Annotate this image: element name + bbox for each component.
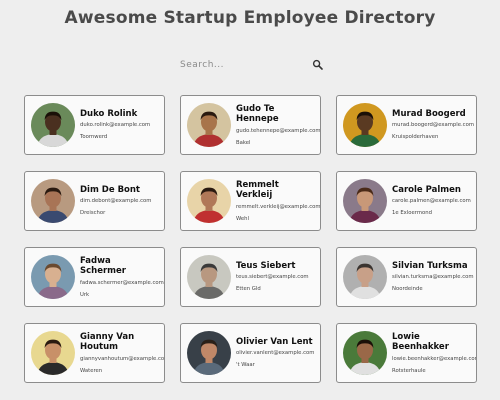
employee-city: Urk	[80, 291, 90, 298]
employee-name: Fadwa Schermer	[80, 255, 126, 277]
employee-name: Murad Boogerd	[392, 108, 466, 119]
employee-name: Gianny Van Houtum	[80, 331, 135, 353]
employee-card[interactable]: Dim De Bont dim.debont@example.com Dreis…	[24, 171, 165, 231]
employee-name: Olivier Van Lent	[236, 336, 313, 347]
employee-email: remmelt.verkleij@example.com	[236, 203, 321, 210]
avatar	[187, 179, 231, 223]
employee-name: Remmelt Verkleij	[236, 179, 279, 201]
employee-info: Silvian Turksma silvian.turksma@example.…	[392, 260, 474, 294]
employee-info: Gudo Te Hennepe gudo.tehennepe@example.c…	[236, 103, 321, 147]
employee-info: Teus Siebert teus.siebert@example.com Et…	[236, 261, 309, 294]
employee-city: Bakel	[236, 139, 251, 146]
employee-name: Carole Palmen	[392, 184, 461, 195]
employee-card[interactable]: Silvian Turksma silvian.turksma@example.…	[336, 247, 477, 307]
employee-grid: Duko Rolink duko.rolink@example.com Toor…	[24, 95, 477, 383]
employee-info: Olivier Van Lent olivier.vanlent@example…	[236, 337, 314, 370]
employee-card[interactable]: Murad Boogerd murad.boogerd@example.com …	[336, 95, 477, 155]
avatar	[187, 331, 231, 375]
avatar	[343, 331, 387, 375]
employee-city: Etten Gld	[236, 286, 261, 293]
employee-email: murad.boogerd@example.com	[392, 122, 474, 129]
employee-info: Duko Rolink duko.rolink@example.com Toor…	[80, 109, 150, 142]
employee-city: 't Waar	[236, 362, 255, 369]
employee-card[interactable]: Fadwa Schermer fadwa.schermer@example.co…	[24, 247, 165, 307]
employee-name: Dim De Bont	[80, 184, 140, 195]
employee-email: giannyvanhoutum@example.com	[80, 355, 165, 362]
employee-email: silvian.turksma@example.com	[392, 274, 474, 281]
employee-info: Gianny Van Houtum giannyvanhoutum@exampl…	[80, 331, 165, 375]
employee-info: Murad Boogerd murad.boogerd@example.com …	[392, 108, 474, 142]
employee-card[interactable]: Carole Palmen carole.palmen@example.com …	[336, 171, 477, 231]
employee-city: Wateren	[80, 367, 103, 374]
employee-email: olivier.vanlent@example.com	[236, 350, 315, 357]
employee-city: Toornwerd	[80, 134, 108, 141]
employee-card[interactable]: Olivier Van Lent olivier.vanlent@example…	[180, 323, 321, 383]
employee-city: Dreischor	[80, 210, 106, 217]
avatar	[343, 255, 387, 299]
employee-info: Carole Palmen carole.palmen@example.com …	[392, 184, 471, 218]
employee-city: Rotsterhaule	[392, 367, 426, 374]
employee-email: fadwa.schermer@example.com	[80, 279, 164, 286]
employee-name: Gudo Te Hennepe	[236, 103, 279, 125]
employee-card[interactable]: Remmelt Verkleij remmelt.verkleij@exampl…	[180, 171, 321, 231]
employee-info: Dim De Bont dim.debont@example.com Dreis…	[80, 185, 151, 218]
employee-card[interactable]: Teus Siebert teus.siebert@example.com Et…	[180, 247, 321, 307]
employee-email: gudo.tehennepe@example.com	[236, 127, 321, 134]
search-input[interactable]	[176, 55, 328, 75]
employee-card[interactable]: Duko Rolink duko.rolink@example.com Toor…	[24, 95, 165, 155]
avatar	[31, 331, 75, 375]
employee-info: Fadwa Schermer fadwa.schermer@example.co…	[80, 255, 164, 299]
employee-name: Duko Rolink	[80, 108, 138, 119]
employee-info: Lowie Beenhakker lowie.beenhakker@exampl…	[392, 331, 477, 375]
employee-email: lowie.beenhakker@example.com	[392, 355, 477, 362]
search-icon[interactable]	[312, 56, 324, 70]
employee-name: Silvian Turksma	[392, 260, 468, 271]
employee-email: dim.debont@example.com	[80, 198, 152, 205]
employee-city: 1e Exloermond	[392, 210, 432, 217]
employee-email: teus.siebert@example.com	[236, 274, 309, 281]
employee-name: Teus Siebert	[236, 260, 296, 271]
avatar	[187, 255, 231, 299]
employee-info: Remmelt Verkleij remmelt.verkleij@exampl…	[236, 179, 321, 223]
avatar	[31, 255, 75, 299]
employee-card[interactable]: Lowie Beenhakker lowie.beenhakker@exampl…	[336, 323, 477, 383]
employee-email: duko.rolink@example.com	[80, 122, 151, 129]
search-bar	[176, 52, 328, 75]
employee-card[interactable]: Gianny Van Houtum giannyvanhoutum@exampl…	[24, 323, 165, 383]
employee-city: Kruispolderhaven	[392, 134, 439, 141]
page-title: Awesome Startup Employee Directory	[64, 8, 436, 28]
avatar	[343, 103, 387, 147]
employee-name: Lowie Beenhakker	[392, 331, 449, 353]
employee-city: Wehl	[236, 215, 250, 222]
employee-city: Noordeinde	[392, 286, 423, 293]
employee-card[interactable]: Gudo Te Hennepe gudo.tehennepe@example.c…	[180, 95, 321, 155]
employee-email: carole.palmen@example.com	[392, 198, 471, 205]
avatar	[187, 103, 231, 147]
avatar	[31, 179, 75, 223]
avatar	[31, 103, 75, 147]
avatar	[343, 179, 387, 223]
